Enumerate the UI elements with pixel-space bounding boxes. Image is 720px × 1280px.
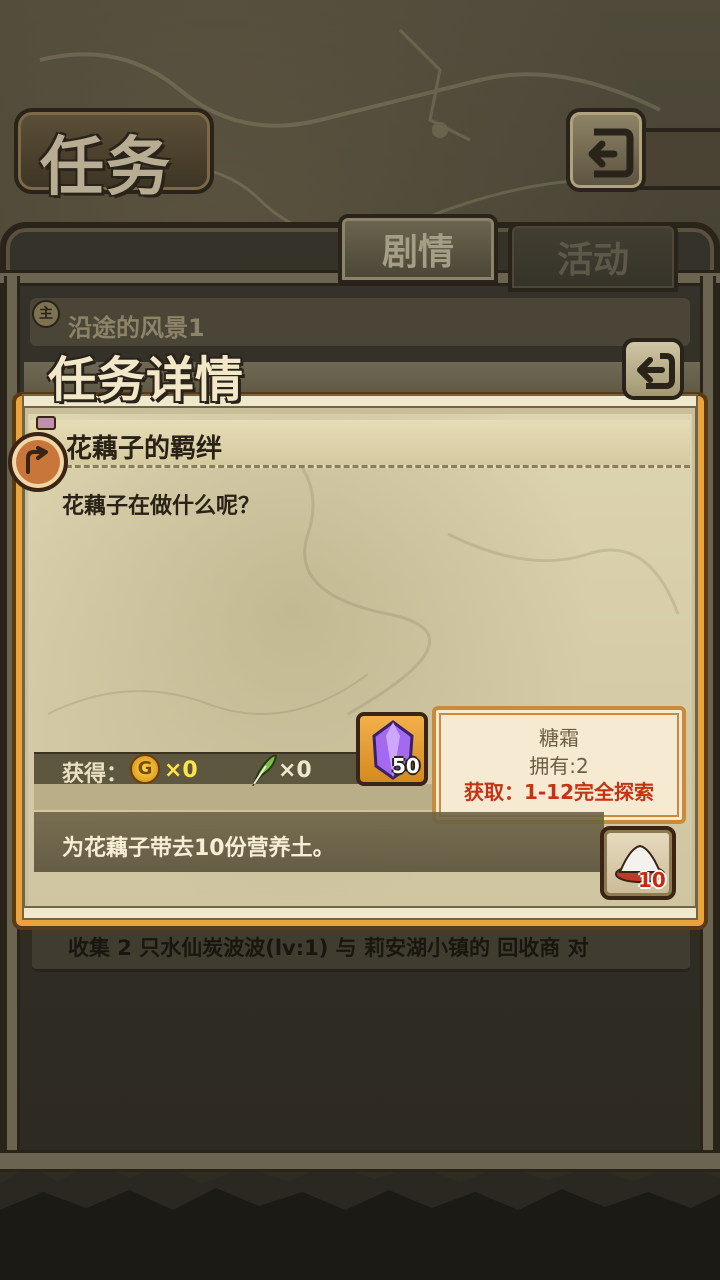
- direction-arrow-icon: [26, 446, 48, 474]
- objective-text: 为花藕子带去10份营养土。: [62, 836, 335, 861]
- feather-icon: [252, 754, 278, 786]
- tooltip-source: 获取：1-12完全探索: [463, 780, 655, 804]
- tooltip-item-name: 糖霜: [539, 726, 579, 750]
- feather-reward-amount: ×0: [278, 758, 312, 783]
- page-title: 任务: [40, 130, 172, 205]
- quest-name: 沿途的风景1: [68, 314, 205, 342]
- required-item-count: 10: [638, 868, 666, 892]
- frame-rail-bottom: [0, 1150, 720, 1172]
- tooltip-owned-count: 拥有:2: [529, 754, 589, 778]
- crystal-count: 50: [392, 754, 420, 778]
- detail-back-button[interactable]: [622, 338, 684, 400]
- subquest-tag: [36, 416, 56, 430]
- tab-story[interactable]: 剧情: [338, 214, 498, 284]
- subquest-name: 花藕子的羁绊: [66, 434, 223, 464]
- gold-coin-icon: G: [130, 754, 160, 784]
- detail-rail-bottom: [22, 906, 698, 920]
- main-quest-badge: 主: [32, 300, 60, 328]
- subquest-description: 花藕子在做什么呢？: [62, 494, 261, 519]
- coin-reward-amount: ×0: [164, 758, 198, 783]
- back-arrow-icon: [588, 128, 634, 178]
- reward-label: 获得：: [62, 762, 129, 787]
- back-button[interactable]: [566, 108, 646, 192]
- back-button-bar: [640, 128, 720, 190]
- quest-description: 收集 2 只水仙炭波波(lv:1) 与 莉安湖小镇的 回收商 对: [68, 936, 589, 960]
- back-arrow-icon: [637, 353, 675, 389]
- detail-title: 任务详情: [48, 352, 245, 408]
- subquest-icon: [8, 432, 68, 492]
- tab-event[interactable]: 活动: [508, 222, 678, 292]
